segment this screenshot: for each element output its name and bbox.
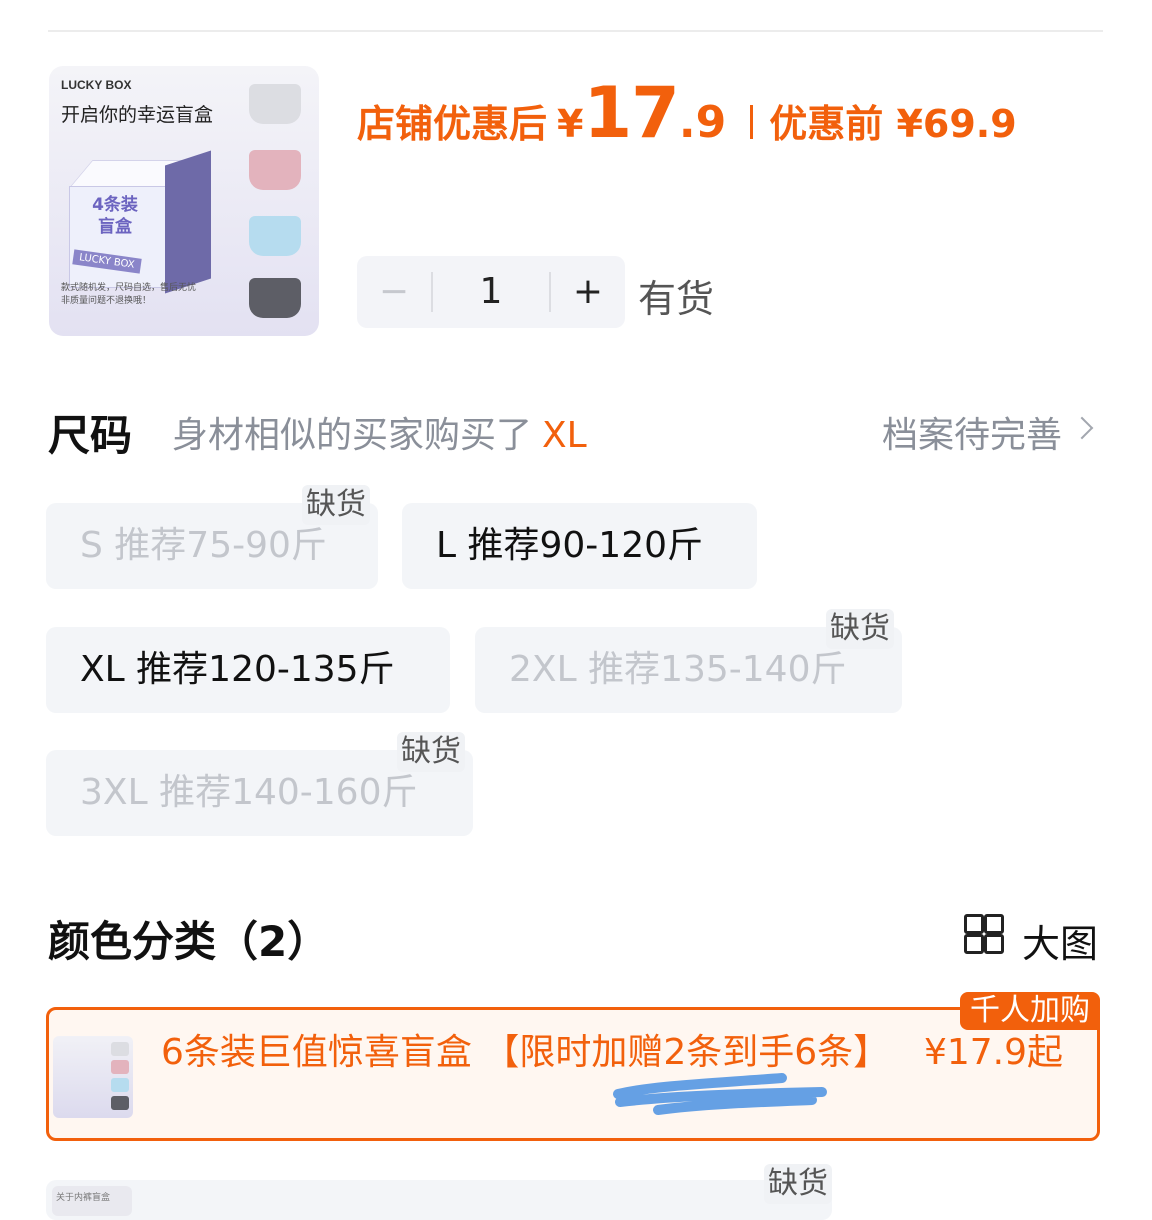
variant-name: 6条装巨值惊喜盲盒 【限时加赠2条到手6条】 — [161, 1032, 890, 1073]
size-hint-text: 身材相似的买家购买了 — [172, 415, 533, 456]
box-label: 4条装 盲盒 — [92, 195, 138, 237]
decrease-button[interactable]: − — [357, 256, 431, 328]
size-option-l[interactable]: L 推荐90-120斤 — [402, 503, 757, 589]
size-title: 尺码 — [48, 411, 133, 460]
color-title: 颜色分类（2） — [48, 917, 330, 966]
color-variant-2[interactable]: 关于内裤盲盒 缺货 — [46, 1164, 832, 1220]
price-decimal: .9 — [678, 97, 727, 148]
price-separator — [750, 105, 754, 139]
thumb-fine-print: 款式随机发，尺码自选，售后无忧 非质量问题不退换哦！ — [61, 283, 197, 306]
size-option-xl[interactable]: XL 推荐120-135斤 — [46, 627, 450, 713]
out-of-stock-badge: 缺货 — [764, 1164, 832, 1204]
size-option-label: 3XL 推荐140-160斤 — [80, 772, 418, 813]
thumb-tagline: 开启你的幸运盲盒 — [61, 104, 214, 126]
brief-grey-icon — [249, 84, 301, 124]
quantity-input[interactable]: 1 — [433, 256, 549, 328]
price-after-label: 店铺优惠后 — [357, 102, 548, 146]
price-line: 店铺优惠后 ¥17.9 优惠前 ¥69.9 — [357, 72, 1017, 154]
currency-symbol: ¥ — [557, 102, 584, 146]
color-variant-selected[interactable]: 6条装巨值惊喜盲盒 【限时加赠2条到手6条】 ¥17.9起 千人加购 — [46, 992, 1100, 1141]
grid-view-icon[interactable] — [964, 914, 1004, 954]
size-option-3xl[interactable]: 3XL 推荐140-160斤 缺货 — [46, 732, 473, 836]
box-illustration: 4条装 盲盒 LUCKY BOX — [63, 146, 211, 296]
profile-link[interactable]: 档案待完善 — [882, 406, 1062, 458]
price-integer: 17 — [583, 72, 679, 154]
size-option-label: S 推荐75-90斤 — [80, 525, 327, 566]
size-option-2xl[interactable]: 2XL 推荐135-140斤 缺货 — [475, 609, 902, 713]
variant-thumbnail: 关于内裤盲盒 — [52, 1186, 132, 1216]
product-thumbnail[interactable]: LUCKY BOX 开启你的幸运盲盒 4条装 盲盒 LUCKY BOX 款式随机… — [49, 66, 319, 336]
size-option-label: L 推荐90-120斤 — [436, 525, 704, 566]
size-option-s[interactable]: S 推荐75-90斤 缺货 — [46, 485, 378, 589]
brief-blue-icon — [249, 216, 301, 256]
price-before: 优惠前 ¥69.9 — [769, 102, 1017, 146]
quantity-stepper: − 1 + — [357, 256, 625, 328]
out-of-stock-badge: 缺货 — [397, 732, 465, 772]
stock-status: 有货 — [638, 277, 715, 321]
increase-button[interactable]: + — [551, 256, 625, 328]
brief-pink-icon — [249, 150, 301, 190]
size-option-label: 2XL 推荐135-140斤 — [509, 649, 847, 690]
size-option-label: XL 推荐120-135斤 — [80, 649, 395, 690]
size-hint-value: XL — [542, 415, 587, 456]
variant-thumbnail — [53, 1036, 133, 1118]
redaction-scribble — [613, 1073, 827, 1115]
divider — [48, 30, 1103, 32]
brief-dark-icon — [249, 278, 301, 318]
chevron-right-icon[interactable] — [1070, 416, 1094, 440]
out-of-stock-badge: 缺货 — [302, 485, 370, 525]
out-of-stock-badge: 缺货 — [826, 609, 894, 649]
size-hint: 身材相似的买家购买了 XL — [172, 406, 587, 458]
variant-price: ¥17.9起 — [923, 1032, 1063, 1073]
thumb-brand: LUCKY BOX — [61, 78, 132, 92]
popularity-tag: 千人加购 — [960, 992, 1100, 1030]
large-view-toggle[interactable]: 大图 — [1022, 913, 1098, 968]
